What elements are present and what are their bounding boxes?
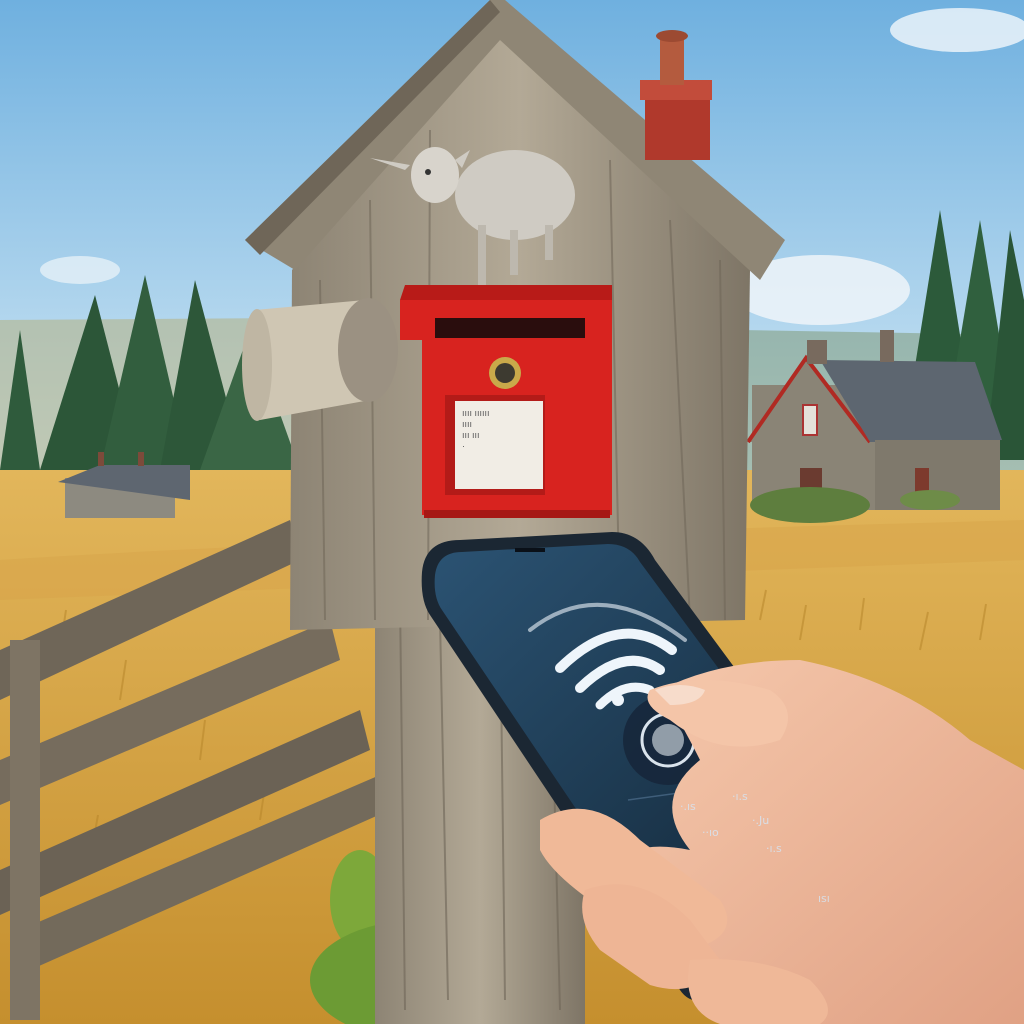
screen-row-right: ·ı.s — [766, 842, 782, 855]
screen-row-left: ·.ıs — [680, 800, 696, 813]
mailbox-card-line: ıııı ıııııı — [462, 408, 490, 418]
cloud — [890, 8, 1024, 52]
mailbox-card-text: ıııı ıııııı ıııı ııı ııı · — [462, 408, 490, 452]
bush — [900, 490, 960, 510]
red-mailbox — [400, 285, 612, 518]
screen-row-right: ·.Ju — [752, 814, 770, 827]
cloud — [40, 256, 120, 284]
mailbox-card-line: ııı ııı — [462, 430, 480, 440]
bush — [750, 487, 870, 523]
mailbox-card-line: · — [462, 441, 465, 451]
screen-row-right: ·ı.s — [732, 790, 748, 803]
mailbox-card-line: ıııı — [462, 419, 473, 429]
photo-scene: ıııı ıııııı ıııı ııı ııı · ·.ıs ·ı.s ··ı… — [0, 0, 1024, 1024]
screen-button-label[interactable]: ısı — [818, 892, 830, 905]
chimney-pot — [660, 35, 684, 85]
screen-row-left: ··ıo — [702, 826, 719, 839]
